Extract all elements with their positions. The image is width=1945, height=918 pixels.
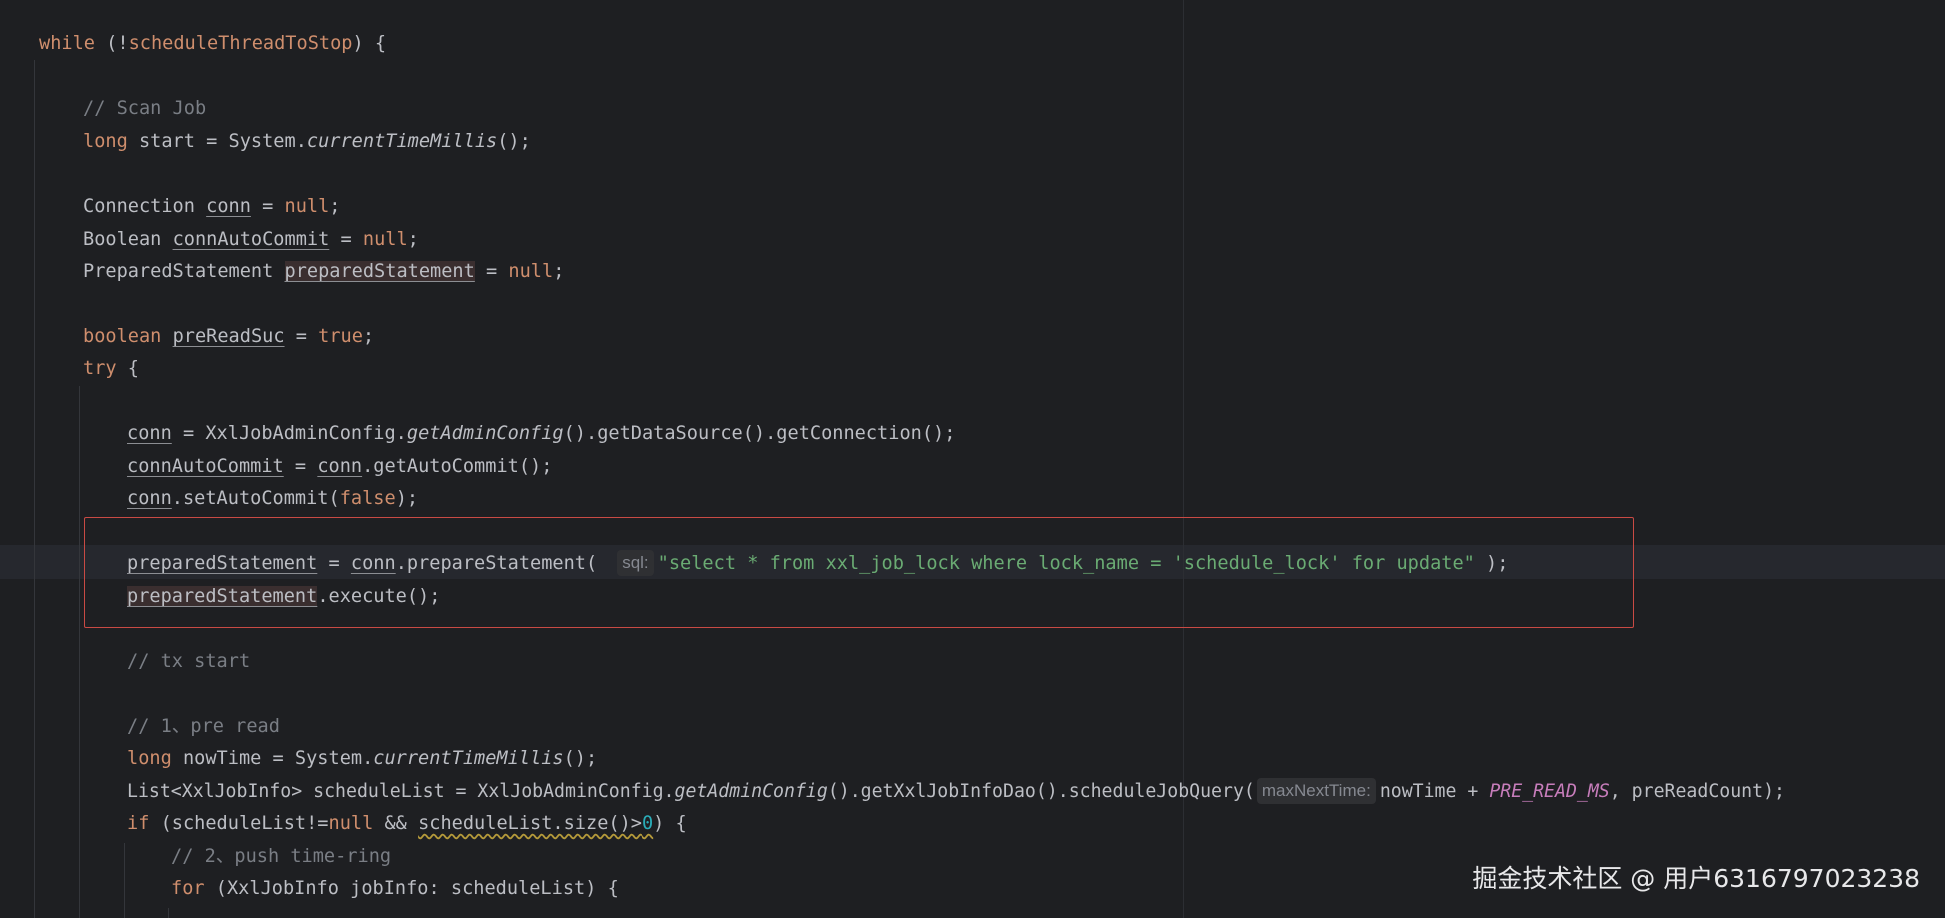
highlight-box [84, 517, 1634, 628]
code-text: , preReadCount); [1609, 781, 1785, 802]
keyword: null [362, 229, 408, 250]
code-line[interactable]: // Scan Job [83, 93, 206, 125]
code-text: (); [497, 131, 531, 152]
static-method: getAdminConfig [406, 423, 564, 444]
parameter-hint: maxNextTime: [1256, 778, 1376, 804]
code-text: ().getXxlJobInfoDao().scheduleJobQuery( [827, 781, 1255, 802]
static-method: currentTimeMillis [373, 748, 564, 769]
code-line[interactable]: // tx start [127, 646, 250, 678]
variable: connAutoCommit [172, 229, 330, 250]
keyword: if [127, 813, 150, 834]
code-line[interactable]: long nowTime = System.currentTimeMillis(… [127, 743, 597, 775]
comment: // 2、push time-ring [171, 846, 392, 867]
variable: conn [317, 456, 363, 477]
constant: PRE_READ_MS [1489, 781, 1610, 802]
keyword: null [284, 196, 330, 217]
code-line[interactable]: // 1、pre read [127, 711, 280, 743]
code-line[interactable]: long start = System.currentTimeMillis(); [83, 126, 531, 158]
code-text: = [284, 326, 319, 347]
code-text: .setAutoCommit( [171, 488, 340, 509]
warning-expression: scheduleList.size()> [418, 813, 642, 834]
code-line[interactable]: boolean preReadSuc = true; [83, 321, 374, 353]
code-text: ; [329, 196, 341, 217]
code-line[interactable]: Boolean connAutoCommit = null; [83, 224, 419, 256]
code-text: nowTime + [1379, 781, 1490, 802]
variable: preReadSuc [172, 326, 285, 347]
keyword: false [339, 488, 396, 509]
code-text: nowTime = System. [171, 748, 374, 769]
code-text: = [283, 456, 318, 477]
code-text: ); [395, 488, 419, 509]
static-method: getAdminConfig [674, 781, 828, 802]
code-text: { [116, 358, 139, 379]
code-editor[interactable]: while (!scheduleThreadToStop) { // Scan … [0, 0, 1945, 918]
code-text: ; [553, 261, 565, 282]
code-text: = [474, 261, 509, 282]
keyword: try [83, 358, 117, 379]
code-text: (scheduleList!= [149, 813, 329, 834]
code-text: = [250, 196, 285, 217]
type-name: PreparedStatement [83, 261, 285, 282]
watermark: 掘金技术社区 @ 用户6316797023238 [1472, 864, 1920, 893]
code-line[interactable]: // 2、push time-ring [171, 841, 391, 873]
code-text: = [329, 229, 363, 250]
comment: // Scan Job [83, 98, 207, 119]
type-name: Connection [83, 196, 207, 217]
number-literal: 0 [641, 813, 654, 834]
code-text: = XxlJobAdminConfig. [171, 423, 407, 444]
code-text: && [373, 813, 419, 834]
code-line[interactable]: for (XxlJobInfo jobInfo: scheduleList) { [171, 873, 619, 905]
keyword: null [328, 813, 374, 834]
static-method: currentTimeMillis [306, 131, 498, 152]
code-text: ) { [653, 813, 687, 834]
variable: conn [127, 423, 172, 444]
type-name: Boolean [83, 229, 173, 250]
indent-guide [124, 843, 125, 918]
variable: preparedStatement [284, 261, 475, 282]
keyword: long [83, 131, 128, 152]
code-line[interactable]: conn = XxlJobAdminConfig.getAdminConfig(… [127, 418, 955, 450]
code-text: ().getDataSource().getConnection(); [563, 423, 956, 444]
code-line[interactable]: Connection conn = null; [83, 191, 341, 223]
code-text: (); [563, 748, 598, 769]
code-text: .getAutoCommit(); [362, 456, 553, 477]
keyword: for [171, 878, 205, 899]
code-line[interactable]: try { [83, 353, 139, 385]
keyword: boolean [83, 326, 162, 347]
keyword: while [39, 33, 95, 54]
code-line[interactable]: PreparedStatement preparedStatement = nu… [83, 256, 564, 288]
variable: conn [127, 488, 172, 509]
code-line[interactable]: conn.setAutoCommit(false); [127, 483, 418, 515]
code-text: ; [362, 326, 375, 347]
indent-guide [34, 60, 35, 918]
field-ref: scheduleThreadToStop [128, 33, 353, 54]
code-line[interactable]: while (!scheduleThreadToStop) { [39, 28, 386, 60]
keyword: long [127, 748, 172, 769]
code-text: ) { [352, 33, 387, 54]
code-line[interactable]: if (scheduleList!=null && scheduleList.s… [127, 808, 687, 840]
variable: connAutoCommit [127, 456, 284, 477]
comment: // 1、pre read [127, 716, 280, 737]
code-line[interactable]: List<XxlJobInfo> scheduleList = XxlJobAd… [127, 776, 1785, 808]
code-text: (XxlJobInfo jobInfo: scheduleList) { [204, 878, 619, 899]
indent-guide [79, 386, 80, 918]
comment: // tx start [127, 651, 251, 672]
keyword: null [508, 261, 554, 282]
code-text: List<XxlJobInfo> scheduleList = XxlJobAd… [127, 781, 675, 802]
keyword: true [318, 326, 363, 347]
code-line[interactable]: connAutoCommit = conn.getAutoCommit(); [127, 451, 552, 483]
variable: conn [206, 196, 251, 217]
code-text: start = System. [127, 131, 307, 152]
indent-guide [168, 908, 169, 918]
code-text: ; [407, 229, 419, 250]
code-text: (! [94, 33, 129, 54]
